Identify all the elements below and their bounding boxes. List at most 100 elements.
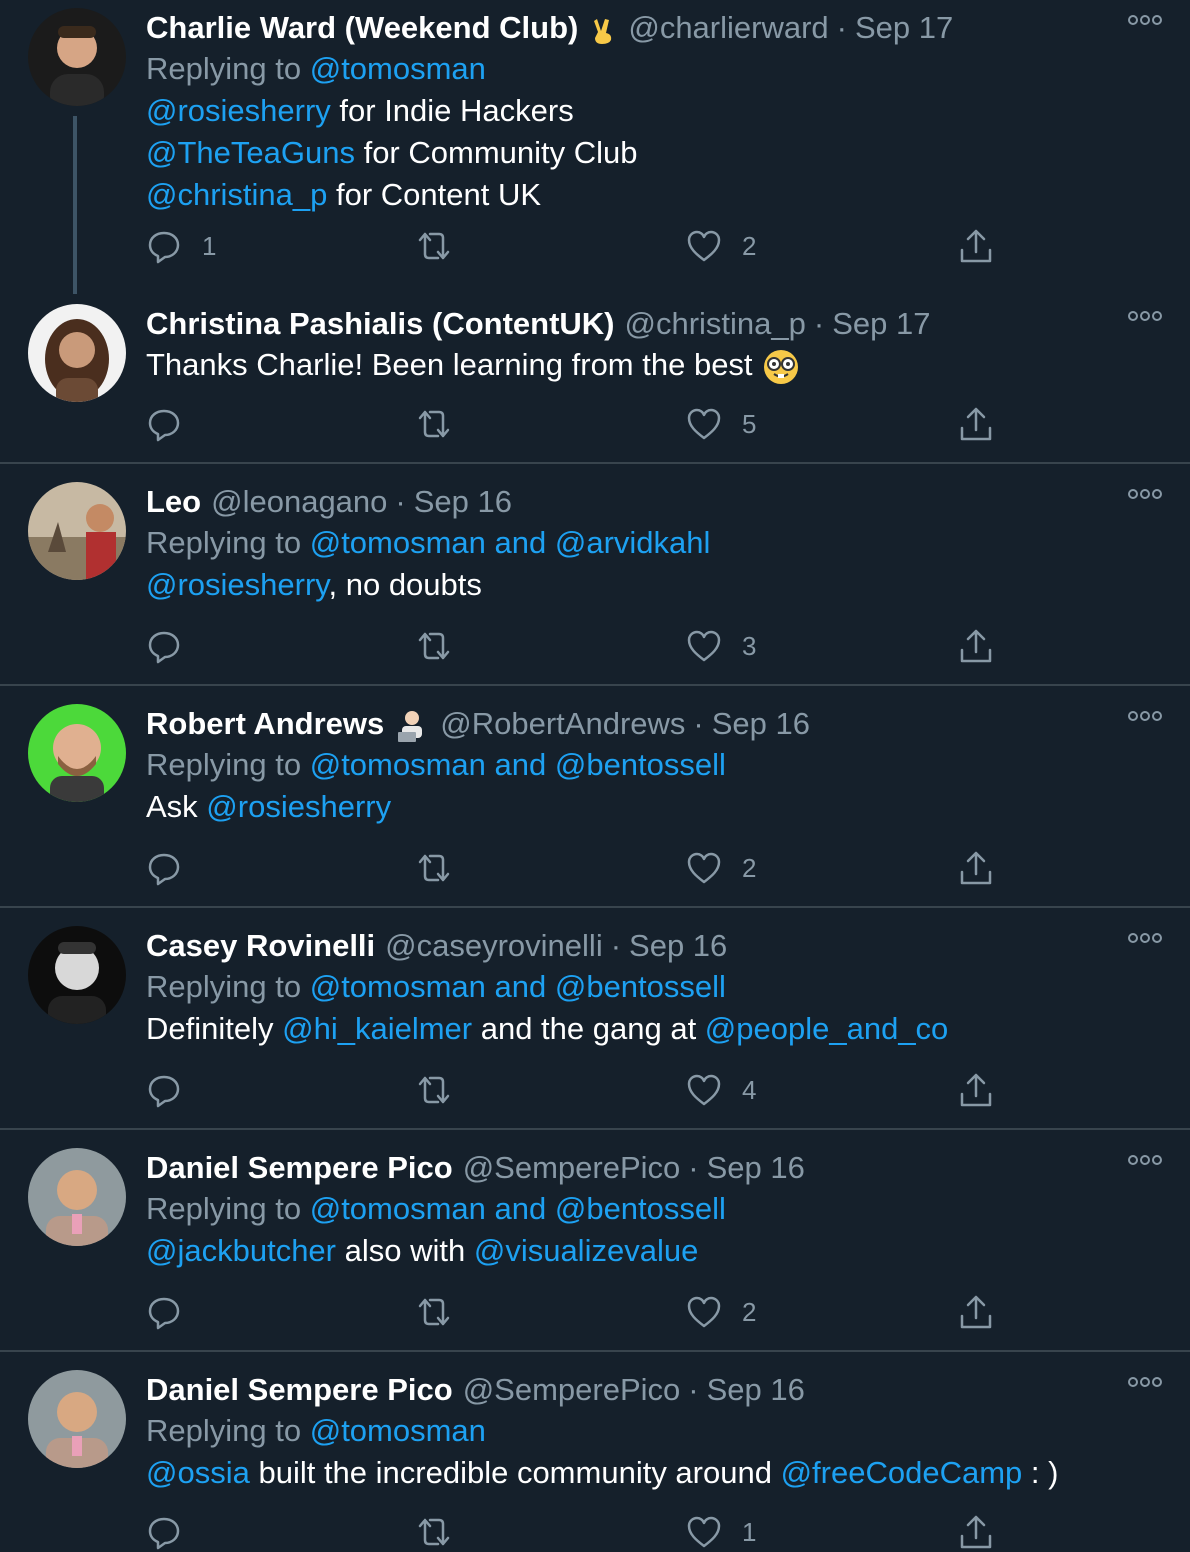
avatar[interactable]	[28, 704, 126, 802]
like-button[interactable]: 4	[686, 1070, 756, 1110]
mention-link[interactable]: @people_and_co	[705, 1011, 949, 1046]
author-name[interactable]: Daniel Sempere Pico	[146, 1372, 453, 1407]
share-button[interactable]	[958, 1292, 994, 1332]
heart-icon	[687, 1516, 721, 1548]
tweet-header: Daniel Sempere Pico @SemperePico · Sep 16	[146, 1148, 1160, 1188]
more-options-button[interactable]	[1128, 12, 1162, 28]
share-button[interactable]	[958, 626, 994, 666]
share-icon	[960, 851, 992, 885]
retweet-button[interactable]	[416, 1292, 472, 1332]
more-options-button[interactable]	[1128, 930, 1162, 946]
replying-to-link[interactable]: @tomosman and @bentossell	[310, 1191, 726, 1226]
author-handle[interactable]: @charlierward	[628, 10, 828, 45]
reply-button[interactable]: 1	[146, 226, 216, 266]
more-options-button[interactable]	[1128, 1152, 1162, 1168]
share-button[interactable]	[958, 1512, 994, 1552]
replying-to-link[interactable]: @tomosman	[310, 51, 486, 86]
author-handle[interactable]: @caseyrovinelli	[385, 928, 603, 963]
retweet-button[interactable]	[416, 848, 472, 888]
like-button[interactable]: 2	[686, 1292, 756, 1332]
mention-link[interactable]: @jackbutcher	[146, 1233, 336, 1268]
more-icon	[1128, 1377, 1162, 1387]
share-button[interactable]	[958, 848, 994, 888]
author-name[interactable]: Casey Rovinelli	[146, 928, 375, 963]
author-handle[interactable]: @leonagano	[211, 484, 387, 519]
mention-link[interactable]: @freeCodeCamp	[781, 1455, 1023, 1490]
like-button[interactable]: 3	[686, 626, 756, 666]
avatar[interactable]	[28, 1148, 126, 1246]
replying-to: Replying to @tomosman and @bentossell	[146, 966, 1160, 1008]
mention-link[interactable]: @TheTeaGuns	[146, 135, 355, 170]
avatar[interactable]	[28, 482, 126, 580]
like-button[interactable]: 2	[686, 226, 756, 266]
share-button[interactable]	[958, 226, 994, 266]
retweet-button[interactable]	[416, 1512, 472, 1552]
tweet[interactable]: Daniel Sempere Pico @SemperePico · Sep 16 R…	[0, 1352, 1190, 1550]
tweet-date[interactable]: Sep 17	[855, 10, 953, 45]
reply-button[interactable]	[146, 1070, 202, 1110]
retweet-button[interactable]	[416, 626, 472, 666]
author-name[interactable]: Christina Pashialis (ContentUK)	[146, 306, 615, 341]
replying-to-link[interactable]: @tomosman and @bentossell	[310, 747, 726, 782]
avatar[interactable]	[28, 8, 126, 106]
avatar[interactable]	[28, 1370, 126, 1468]
replying-prefix: Replying to	[146, 525, 302, 560]
mention-link[interactable]: @hi_kaielmer	[282, 1011, 472, 1046]
like-button[interactable]: 2	[686, 848, 756, 888]
more-options-button[interactable]	[1128, 486, 1162, 502]
tweet[interactable]: Casey Rovinelli @caseyrovinelli · Sep 16 Re…	[0, 908, 1190, 1130]
tweet[interactable]: Leo @leonagano · Sep 16 Replying to @tomosm…	[0, 464, 1190, 686]
author-name[interactable]: Robert Andrews	[146, 706, 384, 741]
author-name[interactable]: Charlie Ward (Weekend Club)	[146, 10, 578, 45]
avatar[interactable]	[28, 304, 126, 402]
tweet[interactable]: Daniel Sempere Pico @SemperePico · Sep 16 R…	[0, 1130, 1190, 1352]
more-options-button[interactable]	[1128, 1374, 1162, 1390]
replying-to-link[interactable]: @tomosman	[310, 1413, 486, 1448]
replying-to: Replying to @tomosman and @bentossell	[146, 1188, 1160, 1230]
reply-button[interactable]	[146, 848, 202, 888]
replying-to-link[interactable]: @tomosman and @bentossell	[310, 969, 726, 1004]
mention-link[interactable]: @visualizevalue	[474, 1233, 698, 1268]
reply-button[interactable]	[146, 1292, 202, 1332]
mention-link[interactable]: @ossia	[146, 1455, 250, 1490]
tweet[interactable]: Christina Pashialis (ContentUK) @christin…	[0, 296, 1190, 464]
tweet-text-line: @christina_p for Content UK	[146, 174, 1160, 216]
more-options-button[interactable]	[1128, 708, 1162, 724]
more-icon	[1128, 933, 1162, 943]
author-handle[interactable]: @SemperePico	[463, 1372, 681, 1407]
replying-to-link[interactable]: @tomosman and @arvidkahl	[310, 525, 711, 560]
tweet-date[interactable]: Sep 16	[707, 1372, 805, 1407]
tweet-text-line: Thanks Charlie! Been learning from the b…	[146, 344, 1160, 386]
avatar[interactable]	[28, 926, 126, 1024]
reply-button[interactable]	[146, 626, 202, 666]
mention-link[interactable]: @rosiesherry	[146, 567, 329, 602]
reply-button[interactable]	[146, 404, 202, 444]
reply-button[interactable]	[146, 1512, 202, 1552]
tweet-date[interactable]: Sep 16	[707, 1150, 805, 1185]
more-options-button[interactable]	[1128, 308, 1162, 324]
tweet-date[interactable]: Sep 16	[712, 706, 810, 741]
retweet-button[interactable]	[416, 1070, 472, 1110]
retweet-button[interactable]	[416, 404, 472, 444]
mention-link[interactable]: @christina_p	[146, 177, 327, 212]
tweet-date[interactable]: Sep 16	[414, 484, 512, 519]
share-button[interactable]	[958, 1070, 994, 1110]
tweet-date[interactable]: Sep 16	[629, 928, 727, 963]
replying-to: Replying to @tomosman	[146, 48, 1160, 90]
author-name[interactable]: Daniel Sempere Pico	[146, 1150, 453, 1185]
author-name[interactable]: Leo	[146, 484, 201, 519]
heart-icon	[687, 408, 721, 440]
author-handle[interactable]: @SemperePico	[463, 1150, 681, 1185]
author-handle[interactable]: @christina_p	[625, 306, 806, 341]
tweet-date[interactable]: Sep 17	[832, 306, 930, 341]
mention-link[interactable]: @rosiesherry	[206, 789, 391, 824]
author-handle[interactable]: @RobertAndrews	[440, 706, 685, 741]
mention-link[interactable]: @rosiesherry	[146, 93, 331, 128]
tweet[interactable]: Robert Andrews @RobertAndrews · Sep 16 Repl…	[0, 686, 1190, 908]
share-button[interactable]	[958, 404, 994, 444]
retweet-button[interactable]	[416, 226, 472, 266]
like-button[interactable]: 1	[686, 1512, 756, 1552]
retweet-icon	[418, 1298, 450, 1326]
tweet[interactable]: Charlie Ward (Weekend Club) @charlierward…	[0, 0, 1190, 296]
like-button[interactable]: 5	[686, 404, 756, 444]
